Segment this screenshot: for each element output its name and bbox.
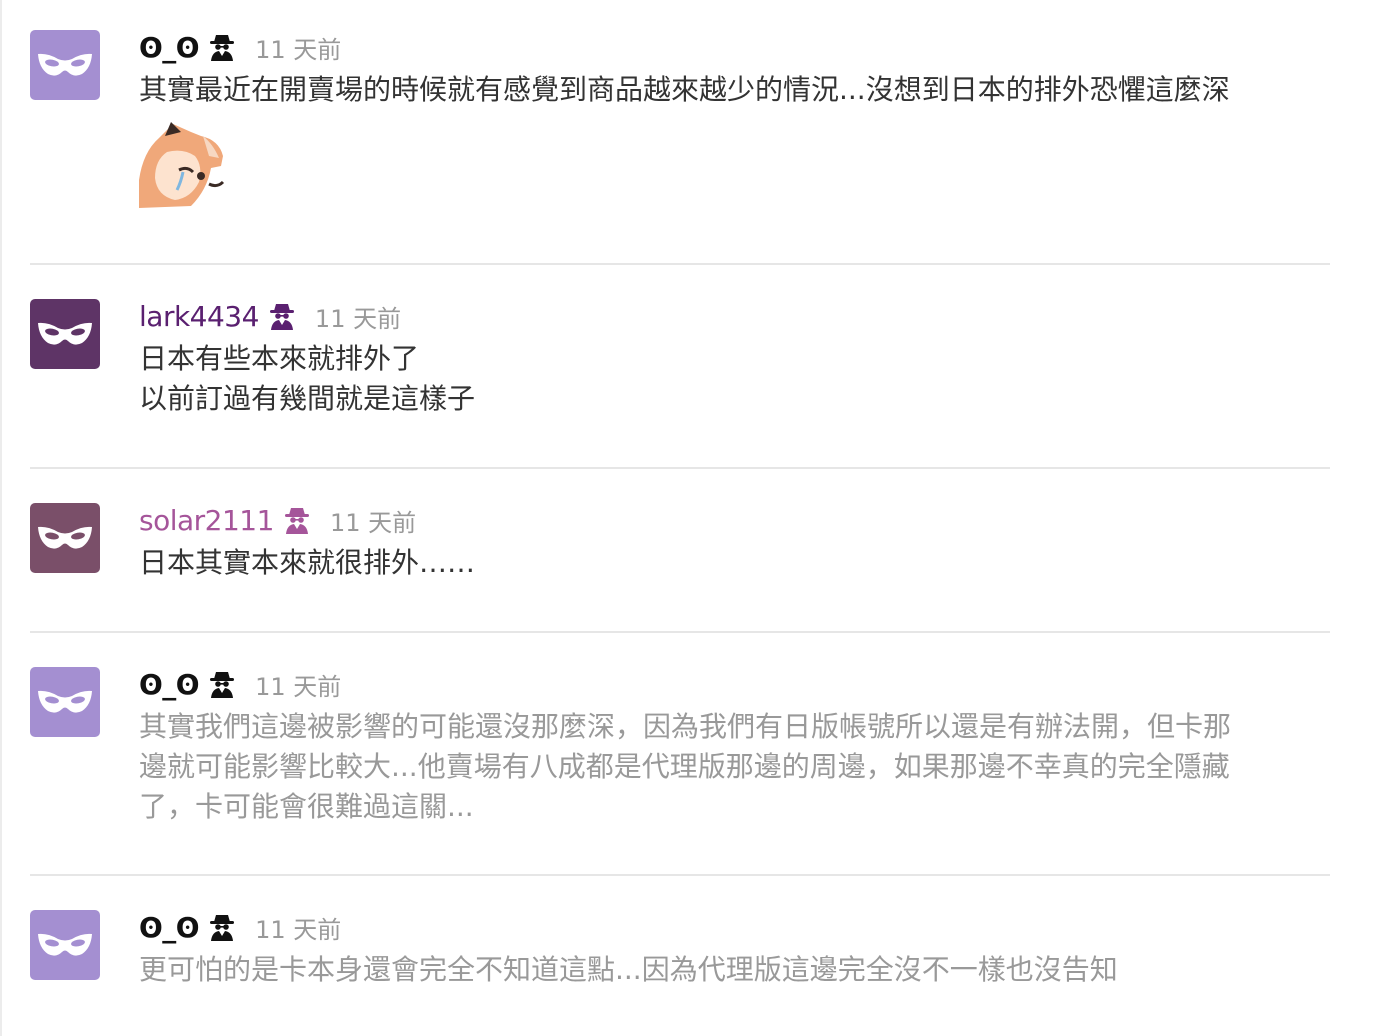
comment-author[interactable]: solar2111: [139, 504, 274, 537]
mask-icon: [38, 690, 92, 713]
avatar[interactable]: [30, 910, 100, 980]
crying-fox-sticker: [139, 122, 229, 208]
mask-icon: [38, 53, 92, 76]
comment-text: 其實我們這邊被影響的可能還沒那麼深，因為我們有日版帳號所以還是有辦法開，但卡那 …: [139, 710, 1232, 823]
avatar[interactable]: [30, 30, 100, 100]
mask-icon: [38, 933, 92, 956]
incognito-icon: [209, 913, 235, 941]
avatar[interactable]: [30, 299, 100, 369]
avatar[interactable]: [30, 667, 100, 737]
comment-timestamp[interactable]: 11 天前: [255, 30, 341, 65]
comment-divider: [30, 874, 1330, 876]
incognito-icon: [284, 506, 310, 534]
incognito-icon: [209, 33, 235, 61]
comment-text: 日本有些本來就排外了 以前訂過有幾間就是這樣子: [139, 342, 476, 415]
comment-divider: [30, 263, 1330, 265]
comment-author[interactable]: lark4434: [139, 300, 259, 333]
mask-icon: [38, 322, 92, 345]
comment-timestamp[interactable]: 11 天前: [315, 299, 401, 334]
comment-author[interactable]: ʘ_ʘ: [139, 668, 200, 701]
comment-text: 日本其實本來就很排外……: [139, 546, 476, 579]
left-border: [0, 0, 2, 1036]
comment-divider: [30, 631, 1330, 633]
avatar[interactable]: [30, 503, 100, 573]
comment-text: 更可怕的是卡本身還會完全不知道這點...因為代理版這邊完全沒不一樣也沒告知: [139, 953, 1118, 986]
comment-timestamp[interactable]: 11 天前: [330, 503, 416, 538]
comment-author[interactable]: ʘ_ʘ: [139, 911, 200, 944]
comment-timestamp[interactable]: 11 天前: [255, 910, 341, 945]
incognito-icon: [209, 670, 235, 698]
comment-text: 其實最近在開賣場的時候就有感覺到商品越來越少的情況...沒想到日本的排外恐懼這麼…: [139, 73, 1230, 106]
comment-timestamp[interactable]: 11 天前: [255, 667, 341, 702]
mask-icon: [38, 526, 92, 549]
comment-divider: [30, 467, 1330, 469]
incognito-icon: [269, 302, 295, 330]
comment-author[interactable]: ʘ_ʘ: [139, 31, 200, 64]
